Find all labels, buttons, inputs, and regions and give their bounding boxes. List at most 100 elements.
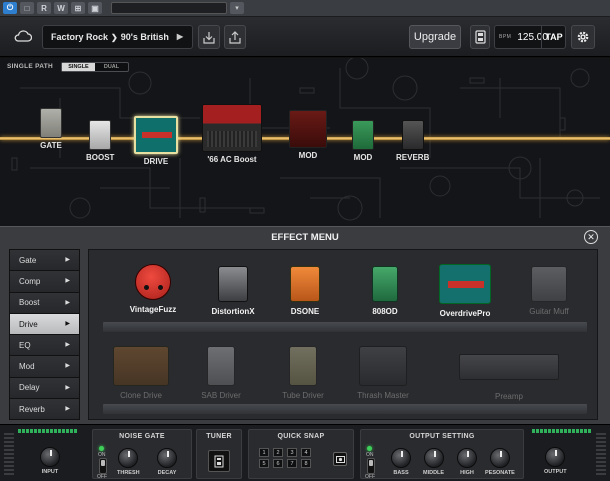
switch-off-label: OFF bbox=[365, 474, 375, 480]
effect-808od[interactable]: 808OD bbox=[339, 266, 431, 316]
slot-mod-2[interactable]: MOD bbox=[352, 120, 374, 162]
effect-clone-drive[interactable]: Clone Drive bbox=[95, 346, 187, 400]
shelf bbox=[103, 322, 587, 332]
slot-label: MOD bbox=[353, 153, 373, 162]
cloud-icon[interactable] bbox=[14, 29, 33, 43]
decay-knob[interactable]: DECAY bbox=[157, 448, 177, 476]
path-mode-toggle[interactable]: SINGLE DUAL bbox=[61, 62, 129, 72]
preset-name: 90's British bbox=[120, 32, 169, 42]
category-mod[interactable]: Mod ▶ bbox=[10, 356, 79, 378]
knob-dial[interactable] bbox=[40, 447, 60, 467]
slot-reverb[interactable]: REVERB bbox=[396, 120, 429, 162]
effect-thrash-master[interactable]: Thrash Master bbox=[337, 346, 429, 400]
knob-dial[interactable] bbox=[118, 448, 139, 468]
snap-slot[interactable]: 4 bbox=[301, 448, 311, 457]
compare-button[interactable]: ⊞ bbox=[71, 2, 85, 14]
tuner-button[interactable] bbox=[208, 450, 230, 472]
category-drive[interactable]: Drive ▶ bbox=[10, 313, 79, 336]
effect-preamp[interactable]: Preamp bbox=[459, 354, 559, 401]
path-mode-single[interactable]: SINGLE bbox=[62, 63, 95, 71]
knob-label: BASS bbox=[393, 470, 409, 476]
snap-slot[interactable]: 5 bbox=[259, 459, 269, 468]
upload-icon bbox=[229, 30, 241, 44]
input-knob[interactable]: INPUT bbox=[40, 447, 60, 475]
host-dropdown-button[interactable]: ▾ bbox=[230, 2, 244, 14]
snapshot-button[interactable] bbox=[333, 452, 347, 466]
snap-slot[interactable]: 3 bbox=[287, 448, 297, 457]
preset-selector[interactable]: Factory Rock ❯ 90's British ▶ bbox=[42, 25, 193, 49]
knob-dial[interactable] bbox=[391, 448, 411, 468]
signal-chain-area: SINGLE PATH SINGLE DUAL GATE BOOST DRIVE… bbox=[0, 58, 610, 226]
save-button[interactable] bbox=[198, 25, 220, 49]
snap-slot[interactable]: 2 bbox=[273, 448, 283, 457]
knob-dial[interactable] bbox=[545, 447, 566, 467]
settings-button[interactable] bbox=[571, 25, 595, 49]
category-eq[interactable]: EQ ▶ bbox=[10, 335, 79, 357]
chevron-right-icon: ▶ bbox=[65, 342, 70, 349]
effect-overdrivepro[interactable]: OverdrivePro bbox=[419, 264, 511, 318]
snap-slot[interactable]: 8 bbox=[301, 459, 311, 468]
host-preset-selector[interactable] bbox=[111, 2, 227, 14]
slot-boost[interactable]: BOOST bbox=[86, 120, 114, 162]
read-automation-button[interactable]: R bbox=[37, 2, 51, 14]
category-label: Delay bbox=[19, 383, 40, 393]
category-label: Gate bbox=[19, 255, 37, 265]
output-eq-switch[interactable] bbox=[367, 458, 375, 474]
side-chain-button[interactable]: ▣ bbox=[88, 2, 102, 14]
category-label: Mod bbox=[19, 362, 35, 372]
fuzz-pedal-icon bbox=[135, 264, 171, 300]
slot-drive[interactable]: DRIVE bbox=[134, 116, 178, 166]
close-icon[interactable]: ✕ bbox=[584, 230, 598, 244]
section-title: OUTPUT SETTING bbox=[409, 433, 475, 440]
knob-label: DECAY bbox=[157, 470, 177, 476]
category-boost[interactable]: Boost ▶ bbox=[10, 292, 79, 314]
effect-name: Tube Driver bbox=[282, 391, 324, 400]
power-button[interactable]: ⏻ bbox=[3, 2, 17, 14]
knob-dial[interactable] bbox=[157, 448, 177, 468]
grip-handle bbox=[4, 433, 14, 477]
switch-off-label: OFF bbox=[97, 474, 107, 480]
play-icon[interactable]: ▶ bbox=[177, 32, 183, 41]
effect-tube-driver[interactable]: Tube Driver bbox=[257, 346, 349, 400]
upgrade-button[interactable]: Upgrade bbox=[409, 25, 461, 49]
middle-knob[interactable]: MIDDLE bbox=[423, 448, 444, 476]
effect-vintagefuzz[interactable]: VintageFuzz bbox=[107, 264, 199, 314]
snap-slot[interactable]: 1 bbox=[259, 448, 269, 457]
tap-tempo-button[interactable]: TAP bbox=[541, 25, 566, 49]
write-automation-button[interactable]: W bbox=[54, 2, 68, 14]
chevron-right-icon: ▶ bbox=[65, 299, 70, 306]
thresh-knob[interactable]: THRESH bbox=[117, 448, 140, 476]
effect-sab-driver[interactable]: SAB Driver bbox=[175, 346, 267, 400]
slot-mod-1[interactable]: MOD bbox=[289, 110, 327, 160]
clone-pedal-icon bbox=[113, 346, 169, 386]
category-reverb[interactable]: Reverb ▶ bbox=[10, 399, 79, 421]
effect-grid: VintageFuzz DistortionX DSONE 808OD Over… bbox=[88, 249, 598, 420]
knob-label: INPUT bbox=[41, 469, 59, 475]
bypass-button[interactable]: □ bbox=[20, 2, 34, 14]
knob-label: OUTPUT bbox=[544, 469, 567, 475]
snap-slot[interactable]: 6 bbox=[273, 459, 283, 468]
output-knob[interactable]: OUTPUT bbox=[544, 447, 567, 475]
slot-amp[interactable]: '66 AC Boost bbox=[202, 104, 262, 164]
share-button[interactable] bbox=[224, 25, 246, 49]
effect-dsone[interactable]: DSONE bbox=[259, 266, 351, 316]
snap-slot[interactable]: 7 bbox=[287, 459, 297, 468]
category-delay[interactable]: Delay ▶ bbox=[10, 377, 79, 400]
knob-dial[interactable] bbox=[489, 448, 510, 468]
distortion-pedal-icon bbox=[218, 266, 248, 302]
resonance-knob[interactable]: PESONATE bbox=[485, 448, 515, 476]
slot-label: BOOST bbox=[86, 153, 115, 162]
category-gate[interactable]: Gate ▶ bbox=[10, 250, 79, 272]
sab-pedal-icon bbox=[207, 346, 235, 386]
knob-dial[interactable] bbox=[457, 448, 477, 468]
category-comp[interactable]: Comp ▶ bbox=[10, 271, 79, 293]
slot-gate[interactable]: GATE bbox=[40, 108, 62, 150]
effect-guitar-muff[interactable]: Guitar Muff bbox=[503, 266, 595, 316]
noise-gate-switch[interactable] bbox=[99, 458, 107, 474]
high-knob[interactable]: HIGH bbox=[457, 448, 477, 476]
bass-knob[interactable]: BASS bbox=[391, 448, 411, 476]
slot-label: '66 AC Boost bbox=[207, 155, 257, 164]
path-mode-dual[interactable]: DUAL bbox=[95, 63, 128, 71]
metronome-button[interactable] bbox=[470, 25, 490, 49]
knob-dial[interactable] bbox=[423, 448, 444, 468]
